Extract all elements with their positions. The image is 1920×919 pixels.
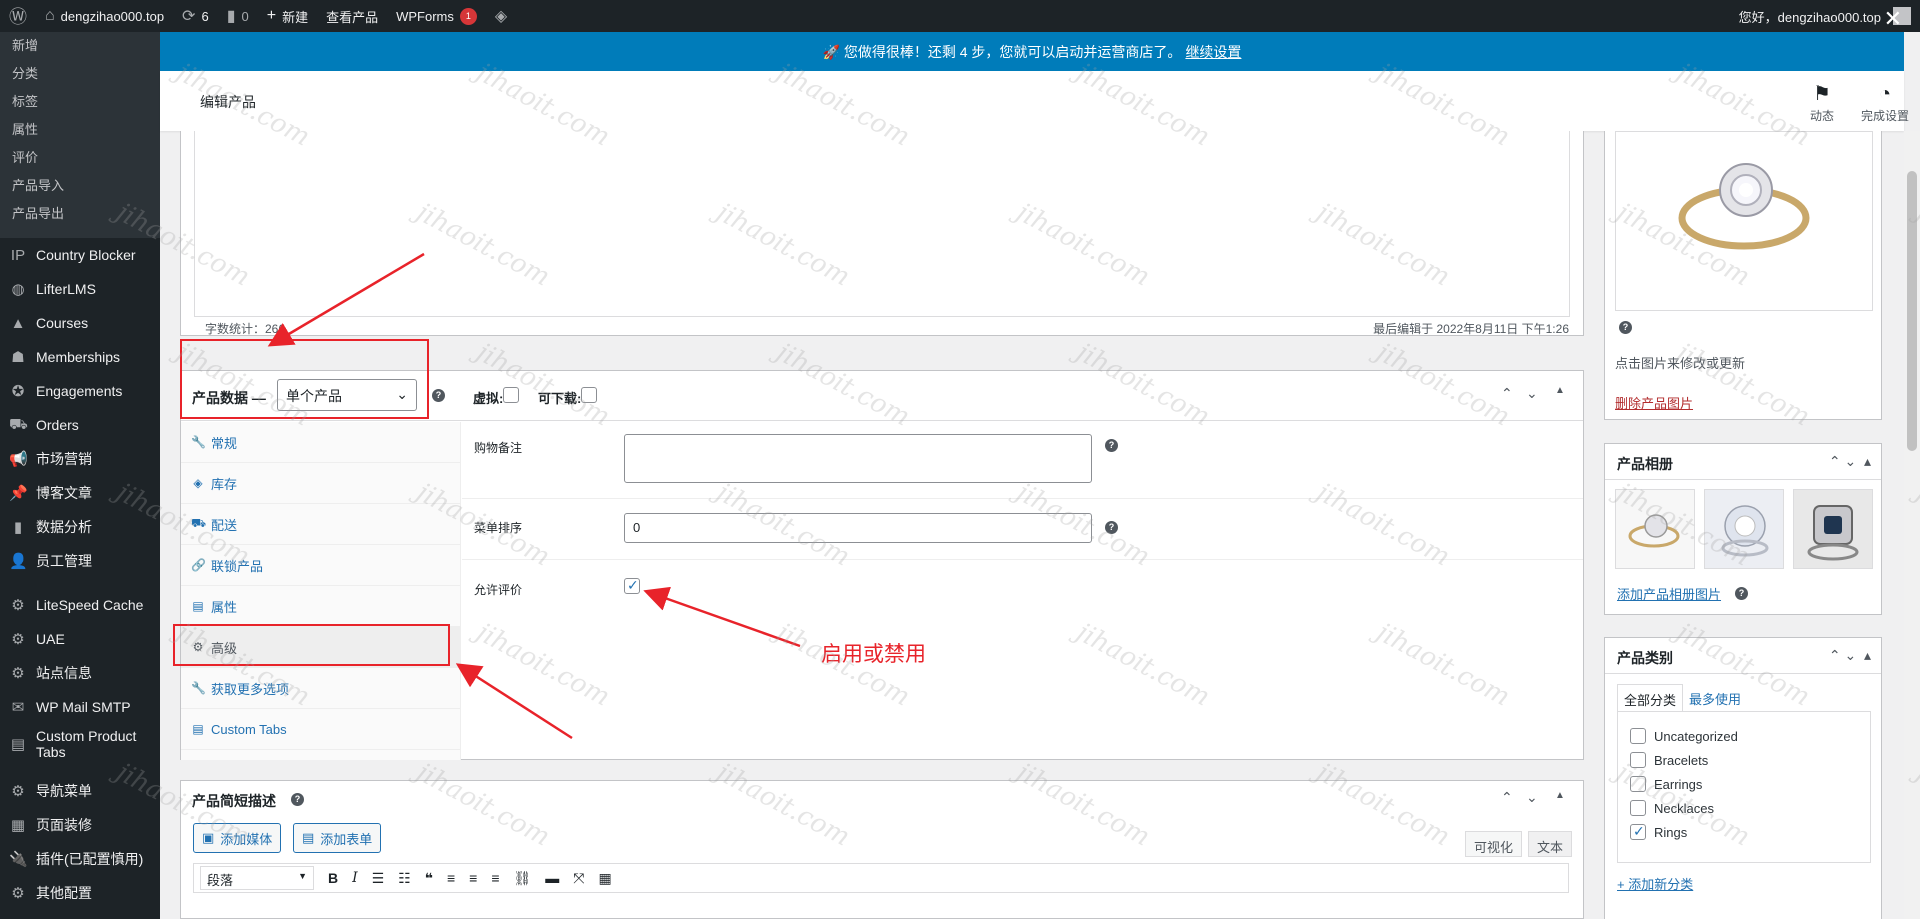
category-checkbox[interactable] xyxy=(1630,776,1646,792)
category-label: Earrings xyxy=(1654,776,1703,792)
category-list: Uncategorized Bracelets Earrings Necklaces R… xyxy=(1617,711,1871,863)
category-item: Earrings xyxy=(1630,772,1870,796)
panel-arrows[interactable]: ⌃ ⌄ ▴ xyxy=(1829,647,1871,664)
product-gallery-panel: 产品相册 ⌃ ⌄ ▴ 添加产品相册图片 ? xyxy=(1604,443,1882,615)
tab-most-used[interactable]: 最多使用 xyxy=(1689,689,1741,708)
page-scrollbar[interactable] xyxy=(1904,131,1920,919)
numbered-list-icon[interactable]: ☷ xyxy=(398,870,411,887)
help-icon: ? xyxy=(291,793,304,806)
gallery-title: 产品相册 xyxy=(1617,456,1673,472)
annotation-text: 启用或禁用 xyxy=(821,643,926,666)
align-right-icon[interactable]: ≡ xyxy=(491,870,499,886)
category-checkbox[interactable] xyxy=(1630,728,1646,744)
categories-header: 产品类别 ⌃ ⌄ ▴ xyxy=(1605,638,1881,674)
image-hint: 点击图片来修改或更新 xyxy=(1615,356,1746,371)
category-label: Uncategorized xyxy=(1654,728,1738,744)
form-icon: ▤ xyxy=(302,830,315,845)
help-icon: ? xyxy=(1735,587,1748,600)
chevron-down-icon[interactable]: ⌄ xyxy=(1526,789,1538,806)
align-left-icon[interactable]: ≡ xyxy=(447,870,455,886)
help-icon: ? xyxy=(1619,321,1632,334)
bullet-list-icon[interactable]: ☰ xyxy=(372,870,385,887)
quote-icon[interactable]: ❝ xyxy=(425,870,433,887)
annotation-arrow xyxy=(455,663,573,740)
toggle-panel-icon[interactable]: ▲ xyxy=(1555,790,1565,801)
chevron-up-icon[interactable]: ⌃ xyxy=(1501,789,1513,806)
category-checkbox[interactable] xyxy=(1630,752,1646,768)
tab-all-categories[interactable]: 全部分类 xyxy=(1617,684,1684,712)
annotation-arrow xyxy=(267,252,425,347)
product-image[interactable] xyxy=(1615,131,1873,311)
category-item: Rings xyxy=(1630,820,1870,844)
toolbar-toggle-icon[interactable]: ▦ xyxy=(599,870,612,887)
panel-arrows[interactable]: ⌃ ⌄ ▴ xyxy=(1829,453,1871,470)
gallery-image[interactable] xyxy=(1615,489,1695,569)
scrollbar-thumb[interactable] xyxy=(1907,171,1917,451)
read-more-icon[interactable]: ▬ xyxy=(545,870,559,886)
short-description-title: 产品简短描述 xyxy=(192,793,276,809)
remove-product-image-link[interactable]: 删除产品图片 xyxy=(1615,393,1693,412)
link-icon[interactable]: ⛓ xyxy=(514,870,532,887)
categories-title: 产品类别 xyxy=(1617,650,1673,666)
gallery-image[interactable] xyxy=(1704,489,1784,569)
product-image-panel: ? 点击图片来修改或更新 删除产品图片 xyxy=(1604,131,1882,420)
gallery-header: 产品相册 ⌃ ⌄ ▴ xyxy=(1605,444,1881,480)
fullscreen-icon[interactable]: ⤧ xyxy=(573,870,584,887)
add-new-category-link[interactable]: + 添加新分类 xyxy=(1617,874,1693,893)
tab-visual[interactable]: 可视化 xyxy=(1465,831,1523,857)
annotation-arrow xyxy=(643,586,801,648)
category-label: Bracelets xyxy=(1654,752,1709,768)
add-gallery-images-link[interactable]: 添加产品相册图片 xyxy=(1617,584,1721,603)
italic-icon[interactable]: I xyxy=(352,870,358,886)
bold-icon[interactable]: B xyxy=(328,870,338,886)
category-item: Bracelets xyxy=(1630,748,1870,772)
tab-text[interactable]: 文本 xyxy=(1528,831,1573,857)
category-label: Rings xyxy=(1654,824,1688,840)
category-label: Necklaces xyxy=(1654,800,1714,816)
caret-down-icon: ▼ xyxy=(298,871,307,881)
category-item: Necklaces xyxy=(1630,796,1870,820)
media-icon: ▣ xyxy=(202,830,215,845)
category-item: Uncategorized xyxy=(1630,724,1870,748)
add-form-button[interactable]: ▤ 添加表单 xyxy=(293,823,382,853)
category-checkbox[interactable] xyxy=(1630,800,1646,816)
category-checkbox[interactable] xyxy=(1630,823,1646,840)
editor-toolbar: 段落 ▼ B I ☰ ☷ ❝ ≡ ≡ ≡ ⛓ ▬ ⤧ ▦ xyxy=(193,863,1569,893)
add-media-button[interactable]: ▣ 添加媒体 xyxy=(193,823,282,853)
format-select[interactable]: 段落 ▼ xyxy=(200,866,314,890)
align-center-icon[interactable]: ≡ xyxy=(469,870,477,886)
ring-image xyxy=(1678,163,1810,250)
short-description-panel: 产品简短描述 ? ⌃ ⌄ ▲ ▣ 添加媒体 ▤ 添加表单 可视化 文本 段落 ▼ B … xyxy=(180,780,1584,919)
product-categories-panel: 产品类别 ⌃ ⌄ ▴ 全部分类 最多使用 Uncategorized Bracel… xyxy=(1604,637,1882,919)
gallery-image[interactable] xyxy=(1793,489,1873,569)
